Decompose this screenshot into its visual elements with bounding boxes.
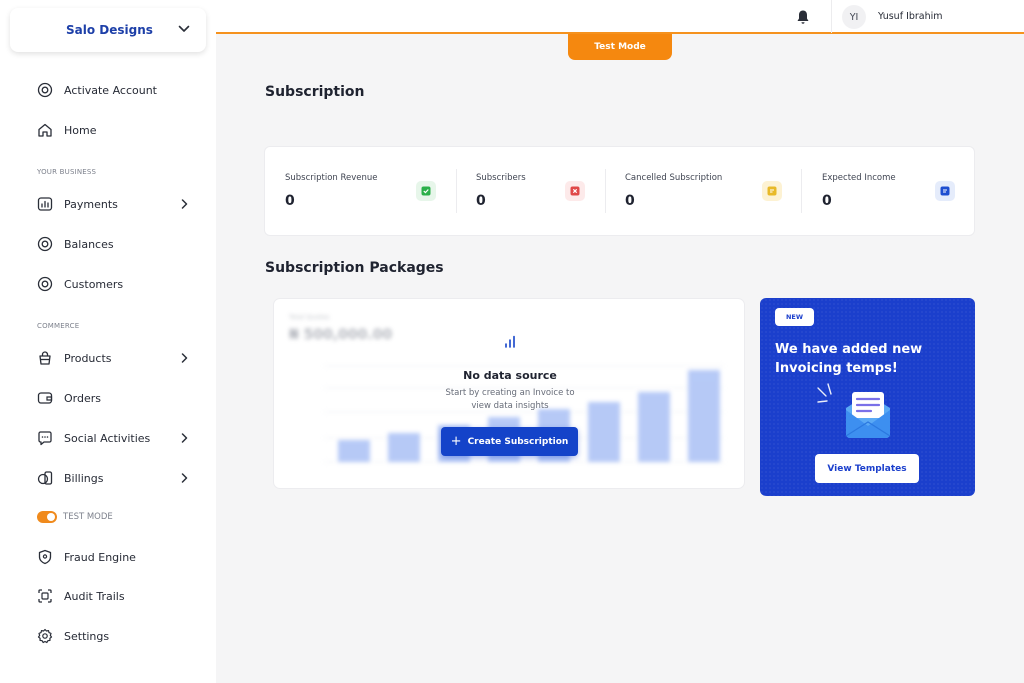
billings-icon xyxy=(36,469,54,487)
sidebar-item-label: Social Activities xyxy=(64,431,151,445)
sidebar-item-label: Orders xyxy=(64,391,101,405)
section-label-business: YOUR BUSINESS xyxy=(37,168,97,176)
avatar[interactable]: YI xyxy=(842,5,866,29)
payments-icon xyxy=(36,195,54,213)
chart-bar xyxy=(388,433,420,462)
envelope-icon xyxy=(817,383,891,438)
sidebar-item-label: Fraud Engine xyxy=(64,550,136,564)
divider xyxy=(605,169,606,213)
sidebar-item-fraud-engine[interactable]: Fraud Engine xyxy=(36,545,196,569)
sidebar-item-payments[interactable]: Payments xyxy=(36,192,196,216)
chart-bar xyxy=(638,392,670,462)
chevron-right-icon xyxy=(181,433,188,443)
sidebar-item-social-activities[interactable]: Social Activities xyxy=(36,426,196,450)
sidebar-item-customers[interactable]: Customers xyxy=(36,272,196,296)
chevron-right-icon xyxy=(181,199,188,209)
sidebar-item-products[interactable]: Products xyxy=(36,346,196,370)
top-bar: YI Yusuf Ibrahim xyxy=(216,0,1024,34)
chevron-down-icon xyxy=(178,25,190,32)
test-mode-label: TEST MODE xyxy=(63,512,113,522)
activate-icon xyxy=(36,81,54,99)
org-name: Salo Designs xyxy=(66,23,153,37)
bell-icon[interactable] xyxy=(796,9,810,25)
social-icon xyxy=(36,429,54,447)
stats-card: Subscription Revenue 0 Subscribers 0 Can… xyxy=(264,146,975,236)
promo-card: NEW We have added new Invoicing temps! V… xyxy=(760,298,975,496)
home-icon xyxy=(36,121,54,139)
divider xyxy=(831,0,832,33)
empty-state-card: Total Quotes ₦ 500,000.00 No data source… xyxy=(273,298,745,489)
new-badge: NEW xyxy=(775,308,814,326)
divider xyxy=(456,169,457,213)
chevron-right-icon xyxy=(181,473,188,483)
sidebar-item-label: Payments xyxy=(64,197,118,211)
settings-icon xyxy=(36,627,54,645)
stat-value: 0 xyxy=(476,193,486,209)
sidebar-item-label: Balances xyxy=(64,237,114,251)
stat-value: 0 xyxy=(822,193,832,209)
check-icon xyxy=(416,181,436,201)
sidebar-item-label: Home xyxy=(64,123,97,137)
username[interactable]: Yusuf Ibrahim xyxy=(878,11,943,22)
toggle-switch[interactable] xyxy=(37,511,57,523)
stat-value: 0 xyxy=(285,193,295,209)
products-icon xyxy=(36,349,54,367)
stat-label: Subscription Revenue xyxy=(285,173,378,183)
org-switcher[interactable]: Salo Designs xyxy=(10,8,206,52)
empty-state-title: No data source xyxy=(463,369,557,382)
balances-icon xyxy=(36,235,54,253)
chart-bar xyxy=(338,440,370,462)
sidebar: Salo Designs Activate Account Home YOUR … xyxy=(0,0,216,683)
view-templates-button[interactable]: View Templates xyxy=(815,454,919,483)
sidebar-item-label: Audit Trails xyxy=(64,589,125,603)
sidebar-item-settings[interactable]: Settings xyxy=(36,624,196,648)
page-title: Subscription xyxy=(265,84,365,100)
section-label-commerce: COMMERCE xyxy=(37,322,80,330)
audit-icon xyxy=(36,587,54,605)
fraud-icon xyxy=(36,548,54,566)
sidebar-item-audit-trails[interactable]: Audit Trails xyxy=(36,584,196,608)
sidebar-item-balances[interactable]: Balances xyxy=(36,232,196,256)
divider xyxy=(801,169,802,213)
sidebar-item-label: Activate Account xyxy=(64,83,157,97)
sidebar-item-billings[interactable]: Billings xyxy=(36,466,196,490)
promo-text: We have added new Invoicing temps! xyxy=(775,342,923,376)
note-icon xyxy=(935,181,955,201)
stat-label: Cancelled Subscription xyxy=(625,173,723,183)
sidebar-item-orders[interactable]: Orders xyxy=(36,386,196,410)
chart-bar xyxy=(688,370,720,462)
chart-bar xyxy=(588,402,620,462)
document-icon xyxy=(762,181,782,201)
cross-icon xyxy=(565,181,585,201)
sidebar-item-home[interactable]: Home xyxy=(36,118,196,142)
orders-icon xyxy=(36,389,54,407)
test-mode-toggle[interactable]: TEST MODE xyxy=(37,505,197,529)
section-title: Subscription Packages xyxy=(265,260,444,276)
stat-value: 0 xyxy=(625,193,635,209)
sidebar-item-label: Customers xyxy=(64,277,124,291)
plus-icon: + xyxy=(450,434,462,449)
create-subscription-button[interactable]: + Create Subscription xyxy=(441,427,578,456)
sidebar-item-label: Settings xyxy=(64,629,110,643)
customers-icon xyxy=(36,275,54,293)
stat-label: Expected Income xyxy=(822,173,896,183)
create-subscription-label: Create Subscription xyxy=(467,436,569,447)
chevron-right-icon xyxy=(181,353,188,363)
sidebar-item-activate-account[interactable]: Activate Account xyxy=(36,78,196,102)
empty-state-subtitle: Start by creating an Invoice to view dat… xyxy=(445,388,575,411)
sidebar-item-label: Products xyxy=(64,351,112,365)
stat-label: Subscribers xyxy=(476,173,526,183)
test-mode-tab: Test Mode xyxy=(568,34,672,60)
sidebar-item-label: Billings xyxy=(64,471,104,485)
bar-chart-icon xyxy=(505,335,515,348)
